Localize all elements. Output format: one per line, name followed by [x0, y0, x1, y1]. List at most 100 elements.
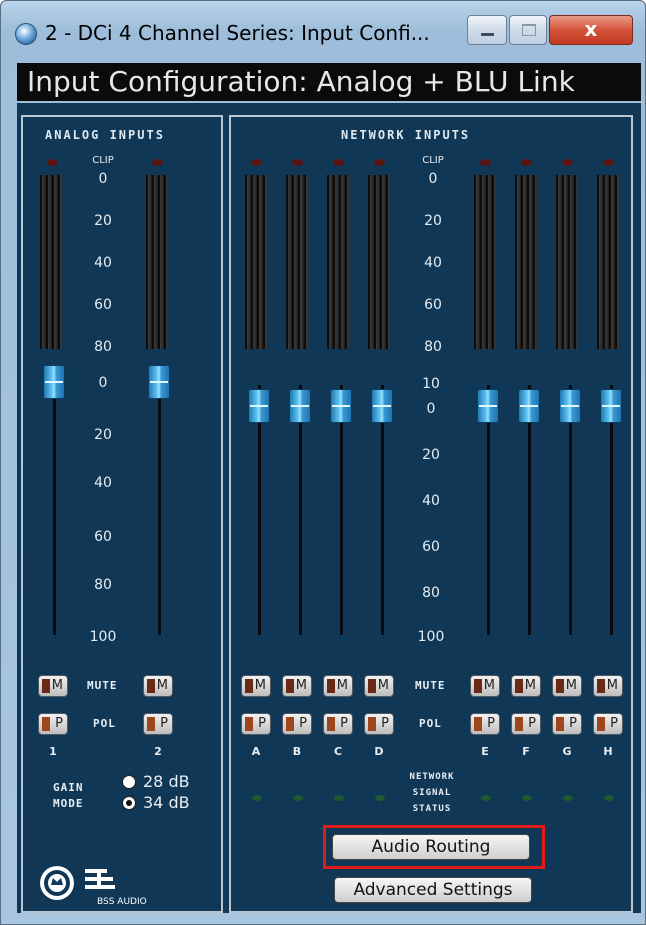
- fader-1[interactable]: [43, 365, 65, 399]
- net-fader-scale-0: 0: [426, 401, 436, 417]
- pol-button-b[interactable]: P: [282, 713, 312, 735]
- meter-2: [146, 175, 168, 349]
- analog-inputs-title: ANALOG INPUTS: [45, 128, 165, 142]
- pol-button-c[interactable]: P: [323, 713, 353, 735]
- channel-label-h: H: [603, 745, 613, 758]
- meter-scale-20: 20: [94, 213, 112, 229]
- net-fader-scale-80: 80: [422, 585, 440, 601]
- mute-button-a[interactable]: M: [241, 675, 271, 697]
- maximize-button[interactable]: [509, 15, 547, 45]
- channel-label-2: 2: [154, 745, 162, 758]
- clip-led-c: [333, 159, 344, 166]
- channel-label-e: E: [481, 745, 489, 758]
- fader-scale-80: 80: [94, 577, 112, 593]
- mute-button-c[interactable]: M: [323, 675, 353, 697]
- meter-a: [245, 175, 267, 349]
- meter-c: [327, 175, 349, 349]
- fader-b[interactable]: [289, 389, 311, 423]
- advanced-settings-button[interactable]: Advanced Settings: [334, 877, 532, 903]
- network-mute-label: MUTE: [415, 679, 446, 692]
- signal-led-b: [293, 795, 303, 801]
- fader-scale-0: 0: [98, 375, 108, 391]
- pol-button-1[interactable]: P: [38, 713, 68, 735]
- gain-label: GAIN: [53, 781, 84, 794]
- close-button[interactable]: x: [549, 15, 633, 45]
- app-icon: [15, 23, 37, 45]
- fader-scale-60: 60: [94, 529, 112, 545]
- network-clip-label: CLIP: [422, 155, 444, 166]
- net-meter-scale-40: 40: [424, 255, 442, 271]
- gain-28db-label: 28 dB: [143, 772, 190, 791]
- gain-34db-radio[interactable]: [122, 796, 136, 810]
- mute-button-e[interactable]: M: [470, 675, 500, 697]
- mute-button-2[interactable]: M: [143, 675, 173, 697]
- window: 2 - DCi 4 Channel Series: Input Confi...…: [0, 0, 646, 925]
- net-fader-scale-40: 40: [422, 493, 440, 509]
- signal-led-d: [375, 795, 385, 801]
- page-title: Input Configuration: Analog + BLU Link: [17, 63, 641, 101]
- clip-led-b: [292, 159, 303, 166]
- fader-scale-100: 100: [89, 629, 117, 645]
- fader-track-2: [158, 373, 161, 635]
- bss-logo-icon: BSS AUDIO: [40, 866, 147, 907]
- gain-34db-label: 34 dB: [143, 793, 190, 812]
- fader-f[interactable]: [518, 389, 540, 423]
- close-icon: x: [584, 17, 598, 41]
- gain-28db-radio[interactable]: [122, 775, 136, 789]
- pol-button-g[interactable]: P: [552, 713, 582, 735]
- fader-g[interactable]: [559, 389, 581, 423]
- meter-scale-60: 60: [94, 297, 112, 313]
- pol-button-f[interactable]: P: [511, 713, 541, 735]
- fader-scale-20: 20: [94, 427, 112, 443]
- signal-status-line2: SIGNAL: [412, 788, 452, 798]
- clip-led-d: [374, 159, 385, 166]
- highlight-box: [323, 825, 545, 869]
- pol-label: POL: [93, 717, 116, 730]
- mute-button-1[interactable]: M: [38, 675, 68, 697]
- net-meter-scale-20: 20: [424, 213, 442, 229]
- mode-label: MODE: [53, 797, 84, 810]
- pol-button-2[interactable]: P: [143, 713, 173, 735]
- clip-label: CLIP: [92, 155, 114, 166]
- minimize-button[interactable]: [467, 15, 507, 45]
- fader-scale-40: 40: [94, 475, 112, 491]
- net-meter-scale-80: 80: [424, 339, 442, 355]
- meter-d: [368, 175, 390, 349]
- net-meter-scale-0: 0: [428, 171, 438, 187]
- network-pol-label: POL: [419, 717, 442, 730]
- clip-led-e: [480, 159, 491, 166]
- signal-status-line1: NETWORK: [409, 772, 455, 782]
- signal-led-g: [563, 795, 573, 801]
- mute-button-g[interactable]: M: [552, 675, 582, 697]
- signal-led-h: [604, 795, 614, 801]
- net-fader-scale-10: 10: [422, 376, 440, 392]
- meter-b: [286, 175, 308, 349]
- net-meter-scale-60: 60: [424, 297, 442, 313]
- pol-button-d[interactable]: P: [364, 713, 394, 735]
- signal-led-f: [522, 795, 532, 801]
- fader-2[interactable]: [148, 365, 170, 399]
- fader-d[interactable]: [371, 389, 393, 423]
- meter-e: [474, 175, 496, 349]
- pol-button-e[interactable]: P: [470, 713, 500, 735]
- meter-scale-0: 0: [98, 171, 108, 187]
- fader-track-1: [53, 373, 56, 635]
- title-bar[interactable]: 2 - DCi 4 Channel Series: Input Confi...…: [1, 1, 646, 53]
- fader-c[interactable]: [330, 389, 352, 423]
- signal-led-c: [334, 795, 344, 801]
- mute-button-d[interactable]: M: [364, 675, 394, 697]
- clip-led-f: [521, 159, 532, 166]
- mute-button-f[interactable]: M: [511, 675, 541, 697]
- meter-scale-80: 80: [94, 339, 112, 355]
- mute-button-h[interactable]: M: [593, 675, 623, 697]
- pol-button-a[interactable]: P: [241, 713, 271, 735]
- fader-h[interactable]: [600, 389, 622, 423]
- channel-label-d: D: [374, 745, 384, 758]
- pol-button-h[interactable]: P: [593, 713, 623, 735]
- fader-e[interactable]: [477, 389, 499, 423]
- fader-a[interactable]: [248, 389, 270, 423]
- clip-led-a: [251, 159, 262, 166]
- meter-h: [597, 175, 619, 349]
- mute-button-b[interactable]: M: [282, 675, 312, 697]
- channel-label-b: B: [292, 745, 302, 758]
